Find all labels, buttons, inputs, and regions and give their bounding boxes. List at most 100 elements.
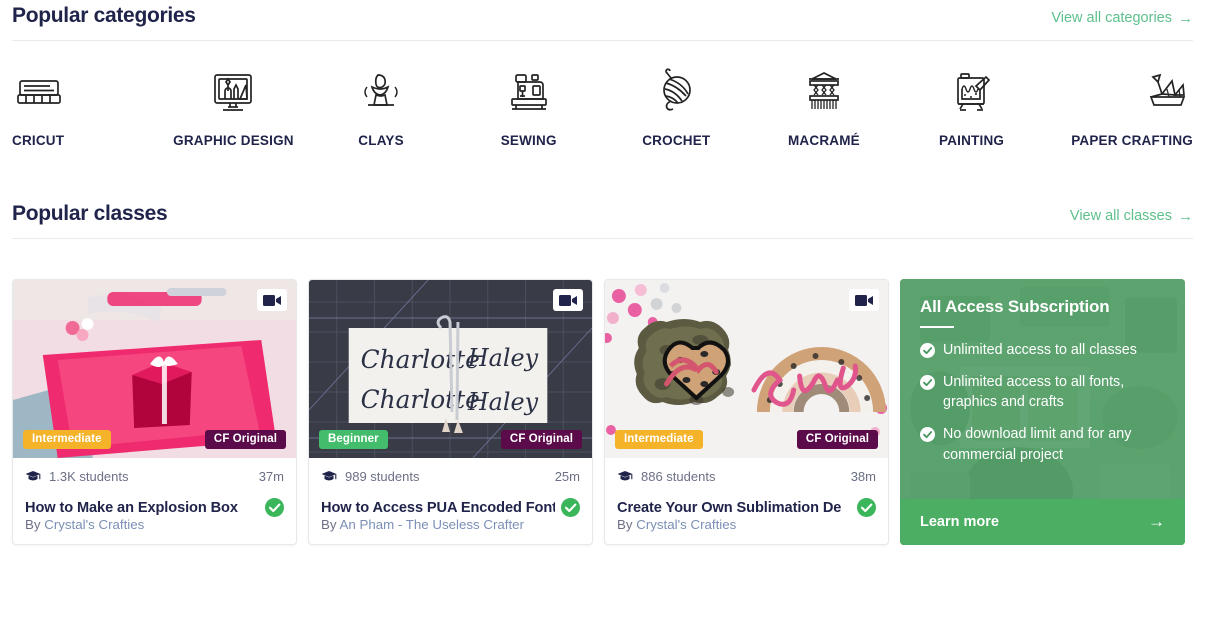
class-duration: 38m: [850, 469, 876, 484]
svg-text:Haley: Haley: [467, 388, 539, 416]
class-meta-row: 886 students 38m: [617, 469, 876, 484]
video-badge: [849, 289, 879, 311]
student-count: 886 students: [641, 469, 716, 484]
by-label: By: [321, 517, 337, 532]
arrow-right-icon: →: [1178, 207, 1193, 225]
original-badge: CF Original: [796, 430, 878, 449]
class-title-row: Create Your Own Sublimation De: [617, 498, 876, 517]
check-circle-icon: [920, 427, 935, 443]
class-meta-row: 1.3K students 37m: [25, 469, 284, 484]
page-title: Popular categories: [12, 4, 196, 27]
category-item-graphic-design[interactable]: GRAPHIC DESIGN: [160, 67, 308, 148]
yarn-ball-icon: [649, 67, 703, 117]
by-label: By: [25, 517, 41, 532]
learn-more-button[interactable]: Learn more →: [900, 499, 1185, 545]
monitor-design-icon: [206, 67, 260, 117]
category-label: PAPER CRAFTING: [1071, 133, 1193, 148]
class-card[interactable]: Intermediate CF Original 1.3K students 3…: [12, 279, 297, 545]
class-author[interactable]: By An Pham - The Useless Crafter: [321, 517, 580, 544]
video-badge: [257, 289, 287, 311]
category-item-macrame[interactable]: MACRAMÉ: [750, 67, 898, 148]
view-all-classes-label: View all classes: [1069, 208, 1172, 224]
check-circle-icon: [920, 343, 935, 358]
promo-feature-item: No download limit and for any commercial…: [920, 424, 1165, 465]
class-card[interactable]: Intermediate CF Original 886 students 38…: [604, 279, 889, 545]
popular-categories-and-classes-page: Popular categories View all categories →: [0, 0, 1205, 628]
promo-feature-text: No download limit and for any commercial…: [943, 426, 1132, 463]
categories-divider: [12, 40, 1193, 41]
thumbnail-badge-row: Beginner CF Original: [309, 430, 592, 449]
arrow-right-icon: →: [1178, 9, 1193, 27]
arrow-right-icon: →: [1148, 512, 1165, 531]
class-card-body: 989 students 25m How to Access PUA Encod…: [309, 458, 592, 544]
class-card-body: 886 students 38m Create Your Own Sublima…: [605, 458, 888, 544]
view-all-classes-link[interactable]: View all classes →: [1070, 208, 1193, 224]
category-item-paper-crafting[interactable]: PAPER CRAFTING: [1045, 67, 1193, 148]
verified-check-icon: [265, 498, 284, 517]
verified-check-icon: [857, 498, 876, 517]
all-access-subscription-promo[interactable]: All Access Subscription Unlimited access…: [900, 279, 1185, 545]
class-title: How to Make an Explosion Box: [25, 499, 238, 516]
class-thumbnail: Charlotte Haley Charlotte Haley Beginner…: [309, 280, 592, 458]
class-card[interactable]: Charlotte Haley Charlotte Haley Beginner…: [308, 279, 593, 545]
view-all-categories-link[interactable]: View all categories →: [1051, 10, 1193, 26]
video-camera-icon: [263, 294, 281, 307]
video-camera-icon: [559, 294, 577, 307]
level-badge: Intermediate: [23, 430, 111, 449]
author-name: Crystal's Crafties: [44, 517, 145, 532]
macrame-wall-hanging-icon: [797, 67, 851, 117]
category-item-crochet[interactable]: CROCHET: [603, 67, 751, 148]
category-label: GRAPHIC DESIGN: [173, 133, 294, 148]
student-count: 1.3K students: [49, 469, 129, 484]
popular-classes-title: Popular classes: [12, 202, 168, 225]
promo-content: All Access Subscription Unlimited access…: [900, 279, 1185, 499]
origami-swan-icon: [1139, 67, 1193, 117]
class-title: Create Your Own Sublimation De: [617, 499, 842, 516]
class-thumbnail: Intermediate CF Original: [605, 280, 888, 458]
category-label: PAINTING: [939, 133, 1005, 148]
category-label: CRICUT: [12, 133, 65, 148]
promo-feature-item: Unlimited access to all fonts, graphics …: [920, 372, 1165, 413]
author-name: Crystal's Crafties: [636, 517, 737, 532]
learn-more-label: Learn more: [920, 514, 999, 530]
classes-divider: [12, 238, 1193, 239]
class-meta-row: 989 students 25m: [321, 469, 580, 484]
thumbnail-badge-row: Intermediate CF Original: [13, 430, 296, 449]
popular-categories-header: Popular categories View all categories →: [12, 0, 1193, 28]
level-badge: Intermediate: [615, 430, 703, 449]
svg-text:Charlotte: Charlotte: [361, 385, 480, 414]
class-duration: 25m: [554, 469, 580, 484]
verified-check-icon: [561, 498, 580, 517]
graduation-cap-icon: [321, 470, 337, 483]
thumbnail-badge-row: Intermediate CF Original: [605, 430, 888, 449]
class-author[interactable]: By Crystal's Crafties: [25, 517, 284, 544]
category-item-clays[interactable]: CLAYS: [307, 67, 455, 148]
class-card-grid: Intermediate CF Original 1.3K students 3…: [12, 279, 1193, 545]
paint-easel-icon: [945, 67, 999, 117]
class-title: How to Access PUA Encoded Font: [321, 499, 555, 516]
author-name: An Pham - The Useless Crafter: [339, 517, 525, 532]
video-camera-icon: [855, 294, 873, 307]
promo-feature-item: Unlimited access to all classes: [920, 340, 1165, 361]
category-item-cricut[interactable]: CRICUT: [12, 67, 160, 148]
category-label: CLAYS: [358, 133, 404, 148]
view-all-categories-label: View all categories: [1051, 10, 1172, 26]
original-badge: CF Original: [500, 430, 582, 449]
original-badge: CF Original: [204, 430, 286, 449]
graduation-cap-icon: [25, 470, 41, 483]
category-label: MACRAMÉ: [787, 133, 860, 148]
category-item-sewing[interactable]: SEWING: [455, 67, 603, 148]
svg-text:Charlotte: Charlotte: [361, 345, 480, 374]
class-thumbnail: Intermediate CF Original: [13, 280, 296, 458]
class-title-row: How to Access PUA Encoded Font: [321, 498, 580, 517]
popular-classes-header: Popular classes View all classes →: [12, 198, 1193, 226]
category-label: SEWING: [500, 133, 557, 148]
by-label: By: [617, 517, 633, 532]
class-card-body: 1.3K students 37m How to Make an Explosi…: [13, 458, 296, 544]
class-author[interactable]: By Crystal's Crafties: [617, 517, 876, 544]
promo-title: All Access Subscription: [920, 297, 1110, 316]
category-item-painting[interactable]: PAINTING: [898, 67, 1046, 148]
check-circle-icon: [920, 374, 935, 390]
graduation-cap-icon: [617, 470, 633, 483]
student-count: 989 students: [345, 469, 420, 484]
